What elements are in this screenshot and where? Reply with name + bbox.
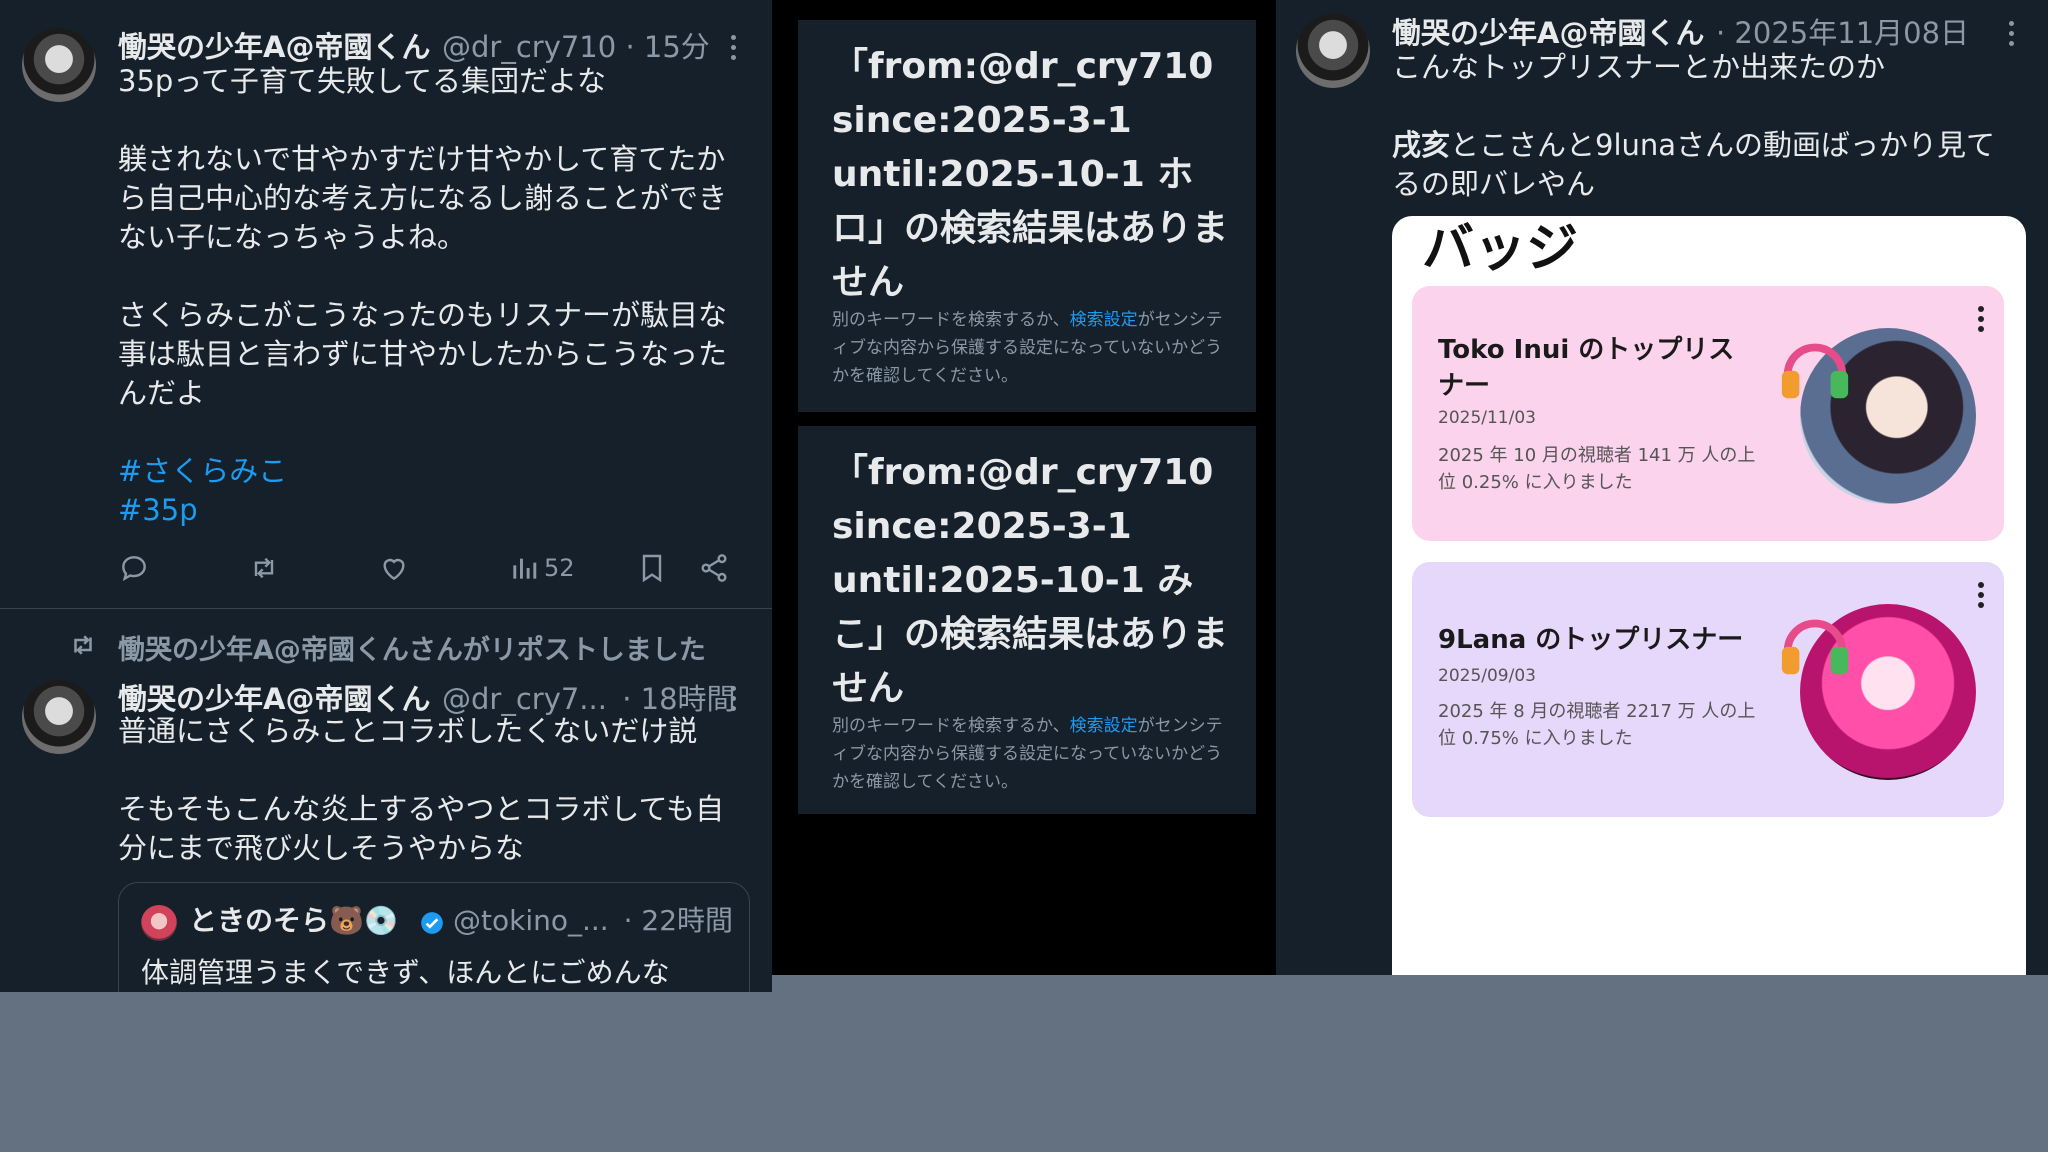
badge-card[interactable]: 9Lana のトップリスナー 2025/09/03 2025 年 8 月の視聴者… (1412, 562, 2004, 817)
post-time[interactable]: · 22時間 (624, 904, 733, 937)
search-settings-link[interactable]: 検索設定 (1070, 310, 1138, 330)
handle-text[interactable]: @dr_cry710 (442, 30, 616, 64)
post-line: るの即バレやん (1392, 167, 1596, 201)
views-icon (513, 558, 537, 579)
empty-result-title: 「from:@dr_cry710 since:2025-3-1 until:20… (832, 452, 1229, 709)
post-line: そもそもこんな炎上するやつとコラボしても自 (118, 792, 725, 826)
search-results-column: 「from:@dr_cry710 since:2025-3-1 until:20… (772, 0, 1276, 975)
divider (0, 608, 772, 609)
repost-button[interactable] (248, 550, 280, 586)
hashtag-link[interactable]: #さくらみこ (118, 452, 758, 491)
right-post-column: 慟哭の少年A@帝國くん · 2025年11月08日 こんなトップリスナーとか出来… (1276, 0, 2048, 975)
post-line: ら自己中心的な考え方になるし謝ることができ (118, 181, 728, 215)
avatar[interactable] (22, 680, 96, 754)
post-time[interactable]: · 15分 (625, 30, 709, 64)
post-body: 35pって子育て失敗してる集団だよな 躾されないで甘やかすだけ甘やかして育てたか… (118, 62, 758, 530)
post-line: 躾されないで甘やかすだけ甘やかして育てたか (118, 142, 726, 176)
empty-result-description: 別のキーワードを検索するか、検索設定がセンシティブな内容から保護する設定になって… (832, 712, 1232, 796)
post-line: とこさんと9lunaさんの動画ばっかり見て (1450, 128, 1996, 162)
reply-icon (122, 556, 146, 582)
hashtag-link[interactable]: #35p (118, 491, 758, 530)
post-time[interactable]: · 2025年11月08日 (1716, 10, 1969, 52)
more-icon[interactable] (731, 686, 737, 712)
badge-card[interactable]: Toko Inui のトップリスナー 2025/11/03 2025 年 10 … (1412, 286, 2004, 541)
avatar[interactable] (1296, 14, 1370, 88)
views-button[interactable]: 52 (508, 550, 575, 586)
reply-button[interactable] (118, 550, 150, 586)
handle-text[interactable]: @dr_cry7... (442, 682, 607, 716)
avatar[interactable] (141, 905, 177, 941)
badge-title: 9Lana のトップリスナー (1438, 625, 1744, 655)
post-body: こんなトップリスナーとか出来たのか 戌亥とこさんと9lunaさんの動画ばっかり見… (1392, 48, 2032, 204)
like-icon (383, 558, 405, 581)
empty-result-description: 別のキーワードを検索するか、検索設定がセンシティブな内容から保護する設定になって… (832, 306, 1232, 390)
more-icon[interactable] (2009, 21, 2015, 47)
post-line: 分にまで飛び火しそうやからな (118, 831, 525, 865)
author-name[interactable]: 慟哭の少年A@帝國くん (118, 24, 430, 66)
author-handle: @dr_cry710 · 15分 (442, 24, 710, 66)
quoted-author-name[interactable]: ときのそら🐻💿 (189, 899, 399, 939)
action-bar: 52 (118, 550, 738, 590)
post-line: んだよ (118, 376, 206, 410)
more-icon[interactable] (1978, 306, 1984, 336)
post-line: さくらみこがこうなったのもリスナーが駄目な (118, 298, 728, 332)
badge-description: 2025 年 8 月の視聴者 2217 万 人の上位 0.75% に入りました (1438, 701, 1756, 749)
desc-text: 別のキーワードを検索するか、 (832, 716, 1070, 736)
bookmark-button[interactable] (636, 550, 668, 586)
more-icon[interactable] (1978, 582, 1984, 612)
badges-panel: バッジ Toko Inui のトップリスナー 2025/11/03 2025 年… (1392, 216, 2026, 975)
repost-icon (74, 635, 92, 655)
share-icon (701, 554, 727, 582)
search-settings-link[interactable]: 検索設定 (1070, 716, 1138, 736)
like-button[interactable] (378, 550, 410, 586)
badge-date: 2025/11/03 (1438, 408, 1536, 428)
post-line: 普通にさくらみことコラボしたくないだけ説 (118, 714, 698, 748)
empty-result-title: 「from:@dr_cry710 since:2025-3-1 until:20… (832, 46, 1229, 303)
avatar[interactable] (22, 28, 96, 102)
views-count: 52 (544, 554, 575, 582)
quoted-meta: @tokino_... · 22時間 (453, 899, 733, 939)
share-button[interactable] (698, 550, 730, 586)
desc-text: 別のキーワードを検索するか、 (832, 310, 1070, 330)
post-time[interactable]: · 18時間 (622, 682, 735, 716)
badge-date: 2025/09/03 (1438, 666, 1536, 686)
empty-search-result: 「from:@dr_cry710 since:2025-3-1 until:20… (798, 426, 1256, 814)
repost-icon (254, 557, 274, 579)
handle-text[interactable]: @tokino_... (453, 904, 609, 937)
bookmark-icon (642, 554, 662, 583)
post-line: 35pって子育て失敗してる集団だよな (118, 64, 606, 98)
quoted-post[interactable]: ときのそら🐻💿 @tokino_... · 22時間 体調管理うまくできず、ほん… (118, 882, 750, 992)
verified-icon (421, 912, 443, 934)
post-line-bold: 戌亥 (1392, 128, 1451, 162)
badge-description: 2025 年 10 月の視聴者 141 万 人の上位 0.25% に入りました (1438, 445, 1756, 493)
post-body: 普通にさくらみことコラボしたくないだけ説 そもそもこんな炎上するやつとコラボして… (118, 712, 758, 868)
post-line: 事は駄目と言わずに甘やかしたからこうなった (118, 337, 728, 371)
panel-title: バッジ (1422, 219, 1579, 279)
headphones-icon (1781, 619, 1849, 675)
left-timeline: 慟哭の少年A@帝國くん @dr_cry710 · 15分 35pって子育て失敗し… (0, 0, 772, 992)
empty-search-result: 「from:@dr_cry710 since:2025-3-1 until:20… (798, 20, 1256, 412)
post-line: ない子になっちゃうよね。 (118, 220, 467, 254)
headphones-icon (1781, 343, 1849, 399)
more-icon[interactable] (731, 35, 737, 61)
repost-label[interactable]: 慟哭の少年A@帝國くんさんがリポストしました (118, 628, 706, 667)
badge-title: Toko Inui のトップリスナー (1438, 335, 1735, 401)
author-name[interactable]: 慟哭の少年A@帝國くん (1392, 10, 1704, 52)
quoted-text: 体調管理うまくできず、ほんとにごめんな (141, 956, 670, 989)
post-line: こんなトップリスナーとか出来たのか (1392, 50, 1886, 84)
